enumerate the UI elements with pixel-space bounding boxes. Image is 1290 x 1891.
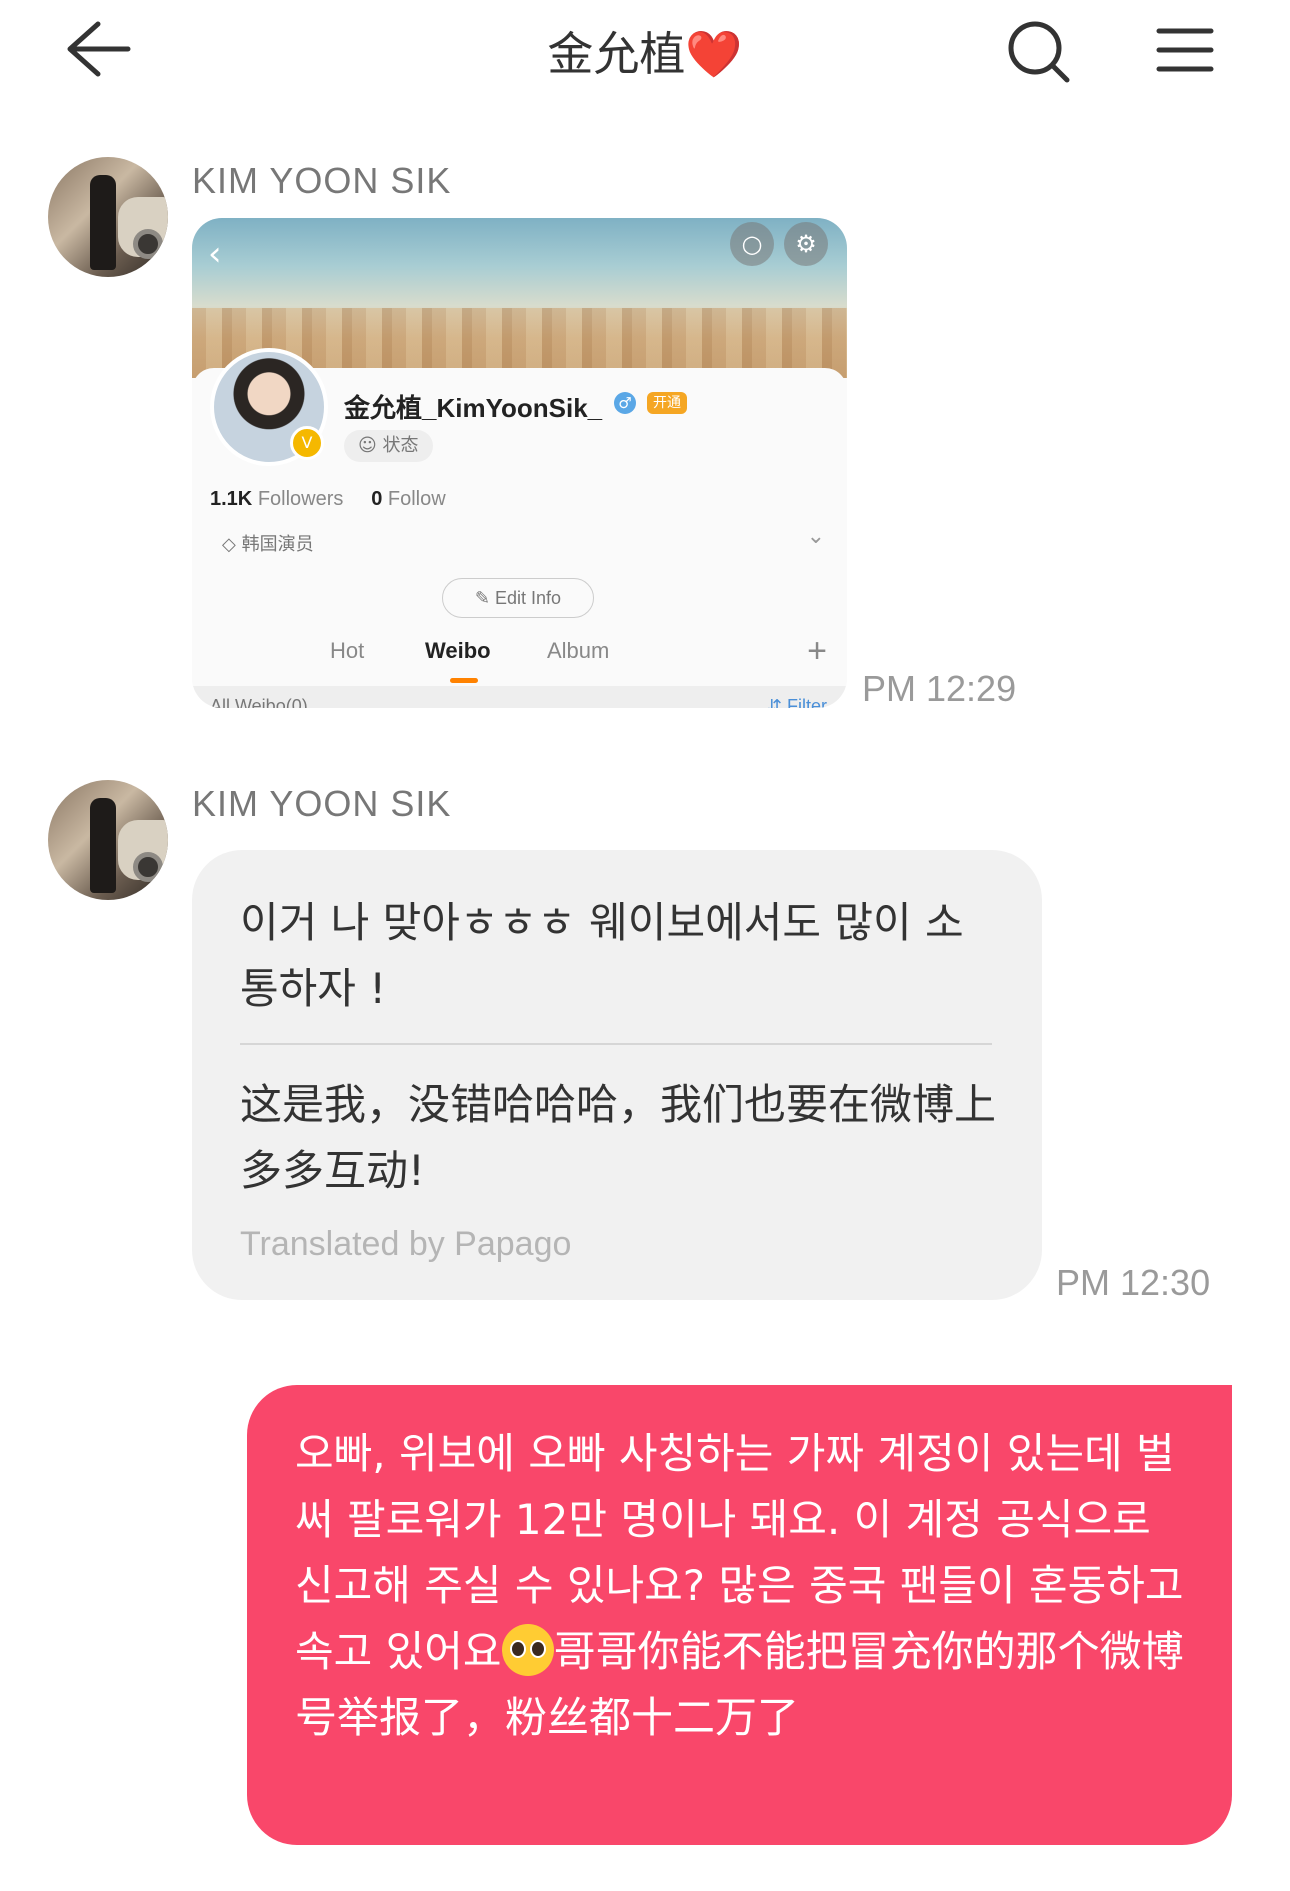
translation-credit: Translated by Papago [240,1225,572,1263]
chevron-down-icon: ⌄ [806,524,825,549]
chat-title: 金允植❤️ [0,18,1290,84]
card-search-icon: ○ [730,222,774,266]
tab-weibo: Weibo [425,638,491,663]
tab-hot: Hot [330,638,365,663]
verified-badge-icon: V [290,426,324,460]
male-icon: ♂ [614,392,636,414]
card-back-icon: ‹ [208,234,222,274]
pleading-face-emoji-icon [501,1624,554,1676]
message-translated-text: 这是我，没错哈哈哈，我们也要在微博上多多互动! [240,1080,997,1195]
translation-divider [240,1043,992,1045]
my-message-bubble[interactable]: 오빠, 위보에 오빠 사칭하는 가짜 계정이 있는데 벌써 팔로워가 12만 명… [247,1385,1232,1845]
vip-badge: 开通 [647,392,687,414]
tab-album: Album [547,638,610,663]
weibo-profile-screenshot[interactable]: ‹ ○ ⚙ V 金允植_KimYoonSik_ ♂ 开通 ☺ 状态 1.1K F… [192,218,847,708]
sender-name: KIM YOON SIK [192,783,452,824]
profile-tabs: Hot Weibo Album + [192,632,847,683]
status-chip: ☺ 状态 [344,430,433,462]
followers-label: Followers [257,488,344,510]
sender-avatar[interactable] [48,780,168,900]
my-message-text: 오빠, 위보에 오빠 사칭하는 가짜 계정이 있는데 벌써 팔로워가 12만 명… [295,1421,1195,1751]
sender-avatar[interactable] [48,157,168,277]
message-time: PM 12:29 [862,668,1017,709]
all-weibo-label: All Weibo(0) [210,696,308,708]
chat-header: 金允植❤️ [0,0,1290,110]
profile-tag: ◇ 韩国演员 [222,534,314,555]
edit-info-button: ✎ Edit Info [442,578,594,618]
filter-text: Filter [787,696,827,708]
add-tab-icon: + [807,632,827,670]
profile-tag-text: 韩国演员 [241,534,314,555]
profile-name: 金允植_KimYoonSik_ [344,393,603,423]
chat-title-text: 金允植 [547,27,686,81]
heart-emoji-icon: ❤️ [685,27,743,81]
followers-count: 1.1K [210,488,253,510]
follow-label: Follow [387,488,446,510]
message-time: PM 12:30 [1056,1262,1211,1303]
message-bubble[interactable]: 이거 나 맞아ㅎㅎㅎ 웨이보에서도 많이 소통하자 ! 这是我，没错哈哈哈，我们… [192,850,1042,1300]
profile-info-panel: V 金允植_KimYoonSik_ ♂ 开通 ☺ 状态 1.1K Followe… [192,348,847,708]
sender-name: KIM YOON SIK [192,160,452,201]
weibo-list-bar: All Weibo(0) ⇵ Filter [192,686,847,708]
message-original-text: 이거 나 맞아ㅎㅎㅎ 웨이보에서도 많이 소통하자 ! [240,898,964,1013]
card-settings-icon: ⚙ [784,222,828,266]
menu-icon[interactable] [1155,25,1215,75]
active-tab-indicator [450,678,478,683]
filter-label: ⇵ Filter [767,696,827,708]
edit-info-label: Edit Info [495,588,562,608]
follow-stats: 1.1K Followers 0 Follow [210,488,446,511]
status-label: 状态 [382,435,419,456]
search-icon[interactable] [1005,18,1075,88]
follow-count: 0 [371,488,383,510]
